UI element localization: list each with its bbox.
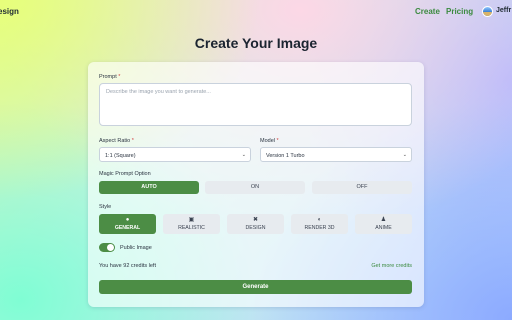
public-image-label: Public Image	[120, 245, 152, 251]
model-select[interactable]: Version 1 Turbo ⌄	[260, 147, 412, 162]
brand-name[interactable]: esign	[0, 7, 19, 16]
get-more-credits-link[interactable]: Get more credits	[371, 263, 412, 269]
image-creation-form: Prompt * Aspect Ratio * 1:1 (Square) ⌄ M…	[88, 62, 424, 307]
camera-icon: ▣	[188, 217, 195, 223]
chevron-down-icon: ⌄	[402, 151, 407, 158]
prompt-label: Prompt *	[99, 74, 121, 80]
prompt-input[interactable]	[99, 83, 412, 126]
toggle-knob	[107, 244, 114, 251]
magic-prompt-label: Magic Prompt Option	[99, 171, 151, 177]
public-image-toggle[interactable]	[99, 243, 115, 252]
nav-create-link[interactable]: Create	[415, 7, 440, 16]
style-design-button[interactable]: ✖ DESIGN	[227, 214, 284, 234]
magic-prompt-auto-button[interactable]: AUTO	[99, 181, 199, 194]
style-label: Style	[99, 204, 112, 210]
user-avatar[interactable]	[482, 6, 493, 17]
top-navigation-bar: esign Create Pricing Jeffr	[0, 0, 512, 24]
person-icon: ♟	[380, 217, 387, 223]
nav-pricing-link[interactable]: Pricing	[446, 7, 473, 16]
magic-prompt-off-button[interactable]: OFF	[312, 181, 412, 194]
aspect-ratio-label: Aspect Ratio *	[99, 138, 134, 144]
tools-icon: ✖	[252, 217, 259, 223]
chevron-down-icon: ⌄	[241, 151, 246, 158]
page-title: Create Your Image	[194, 35, 318, 51]
render-icon: ◐	[317, 217, 322, 223]
credits-remaining-text: You have 92 credits left	[99, 263, 156, 269]
circle-icon: ●	[125, 217, 130, 223]
style-anime-button[interactable]: ♟ ANIME	[355, 214, 412, 234]
style-general-button[interactable]: ● GENERAL	[99, 214, 156, 234]
model-value: Version 1 Turbo	[266, 152, 305, 159]
style-render3d-button[interactable]: ◐ RENDER 3D	[291, 214, 348, 234]
aspect-ratio-select[interactable]: 1:1 (Square) ⌄	[99, 147, 251, 162]
aspect-ratio-value: 1:1 (Square)	[105, 152, 136, 159]
generate-button[interactable]: Generate	[99, 280, 412, 294]
user-name[interactable]: Jeffr	[496, 7, 511, 14]
model-label: Model *	[260, 138, 279, 144]
magic-prompt-on-button[interactable]: ON	[205, 181, 305, 194]
style-realistic-button[interactable]: ▣ REALISTIC	[163, 214, 220, 234]
